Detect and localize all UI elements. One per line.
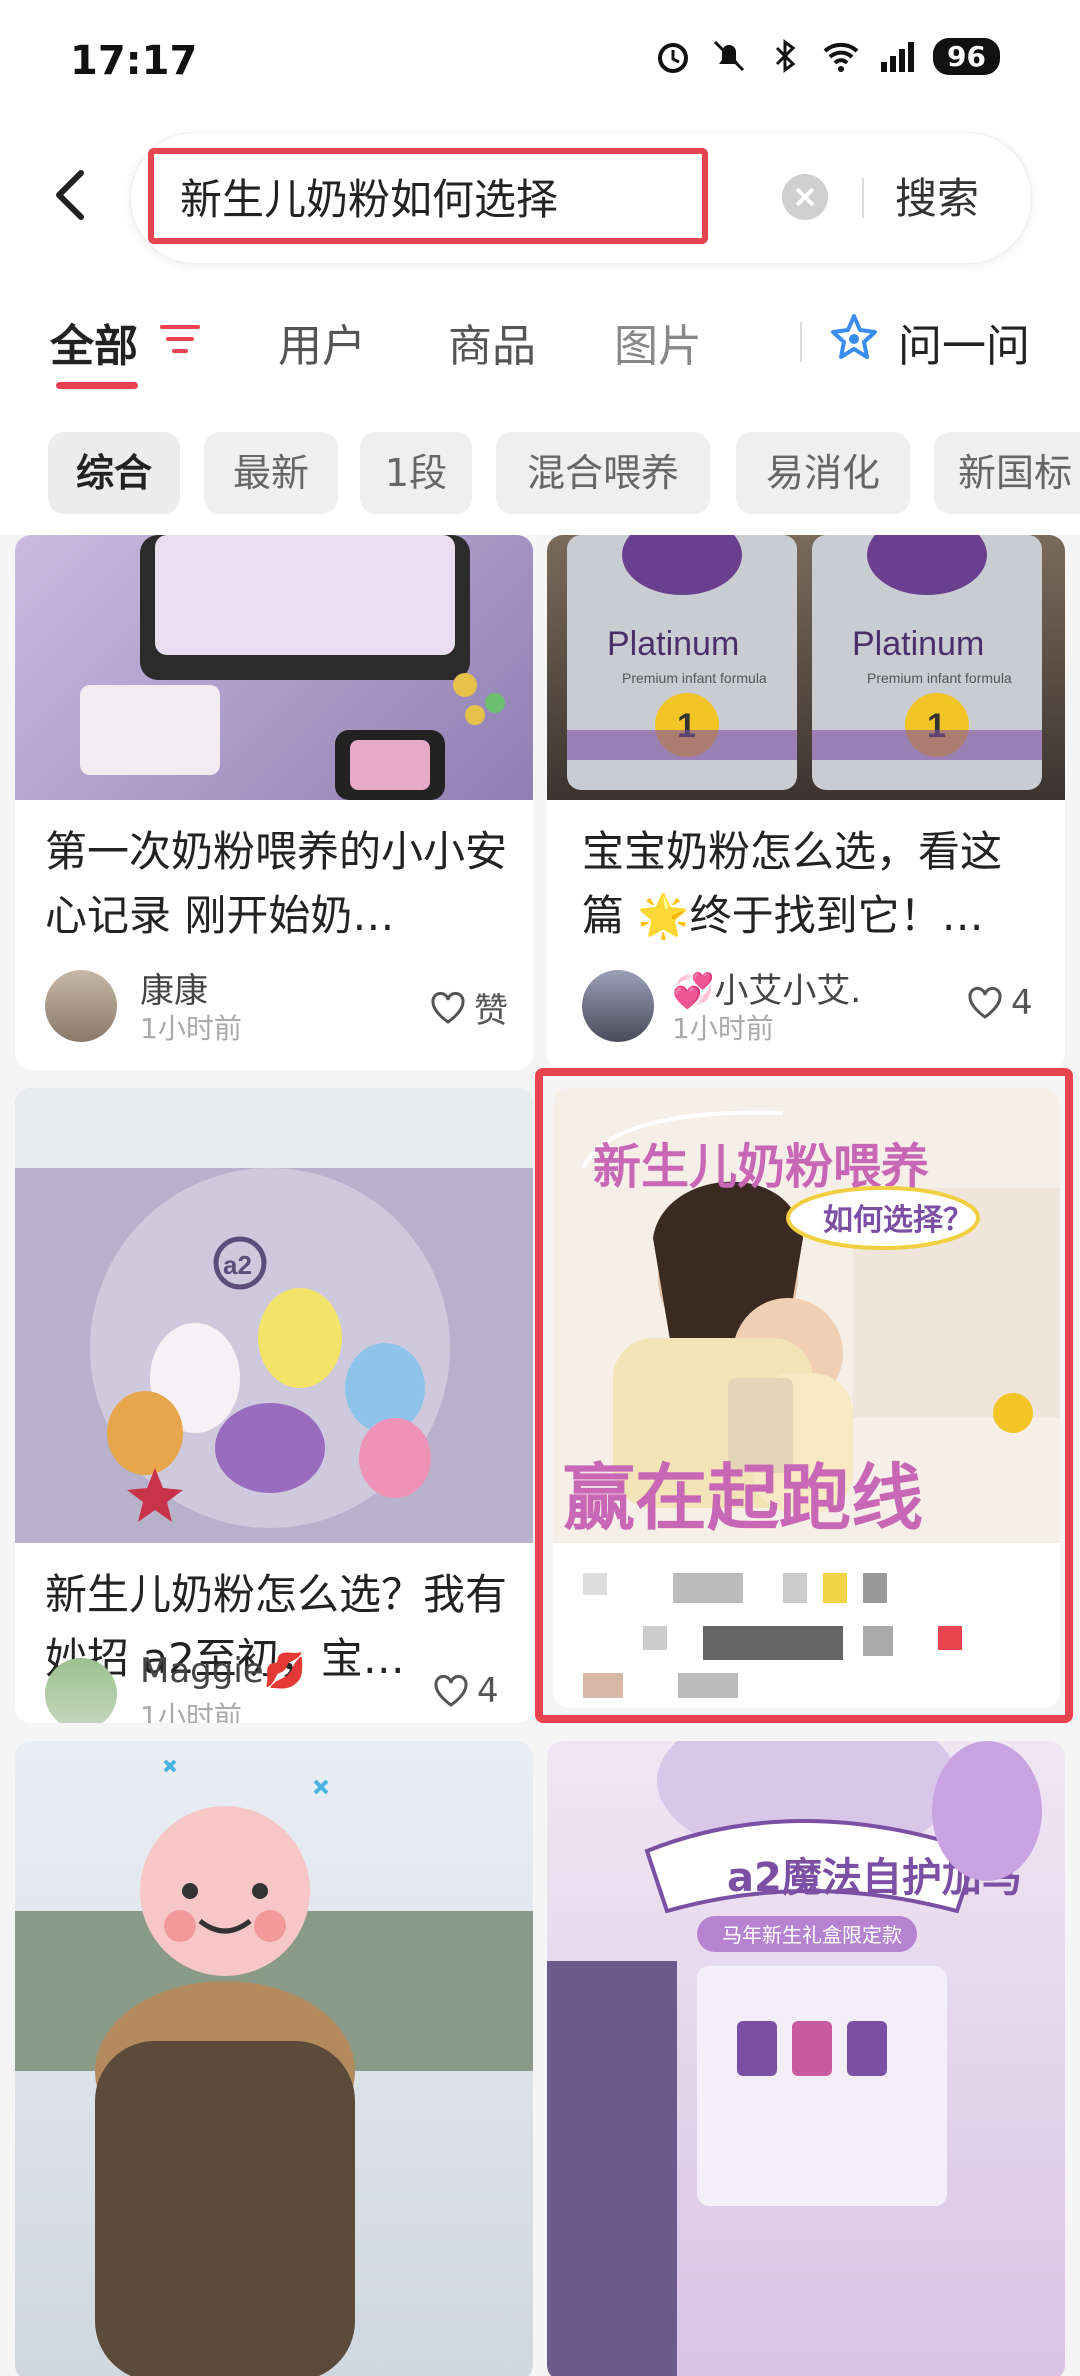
search-button[interactable]: 搜索 xyxy=(895,165,979,226)
bluetooth-icon xyxy=(775,39,796,73)
results-feed: 第一次奶粉喂养的小小安心记录 刚开始奶… 康康 1小时前 赞 Platinum … xyxy=(0,535,1080,2376)
chip-stage1[interactable]: 1段 xyxy=(360,432,472,514)
post-image xyxy=(15,535,533,800)
avatar[interactable] xyxy=(582,970,654,1042)
post-image-art xyxy=(15,1759,533,2376)
post-time: 1小时前 xyxy=(140,1012,242,1045)
heart-icon xyxy=(434,1674,468,1707)
search-input[interactable]: 新生儿奶粉如何选择 xyxy=(180,166,558,227)
alarm-icon xyxy=(658,43,689,73)
mute-icon xyxy=(713,40,745,72)
like-count: 赞 xyxy=(474,991,508,1031)
active-tab-indicator xyxy=(56,382,138,389)
heart-icon xyxy=(431,991,465,1024)
ad-highlight-frame xyxy=(535,1068,1073,1723)
search-divider xyxy=(862,178,864,218)
post-card[interactable]: a2 新生儿奶粉怎么选？我有妙招 a2至初，宝… Maggie💋 1小时前 4 xyxy=(15,1088,533,1723)
ask-star-icon[interactable] xyxy=(828,312,880,364)
author-name[interactable]: Maggie💋 xyxy=(140,1651,306,1691)
wifi-icon xyxy=(823,42,859,72)
chip-new-standard[interactable]: 新国标 xyxy=(934,432,1080,514)
author-name[interactable]: 康康 xyxy=(140,963,208,1012)
post-image: a2魔法自护加马 马年新生礼盒限定款 xyxy=(547,1741,1065,2376)
filter-icon[interactable] xyxy=(160,323,200,355)
chip-mixed-feeding[interactable]: 混合喂养 xyxy=(496,432,710,514)
like-count: 4 xyxy=(477,1671,499,1711)
tab-divider xyxy=(800,322,802,362)
like-button[interactable]: 4 xyxy=(433,1671,499,1711)
author-name[interactable]: 💞小艾小艾. xyxy=(672,963,861,1012)
heart-icon xyxy=(968,986,1002,1019)
post-card[interactable]: a2魔法自护加马 马年新生礼盒限定款 xyxy=(547,1741,1065,2376)
status-time: 17:17 xyxy=(70,38,198,84)
post-time: 1小时前 xyxy=(672,1012,774,1045)
chip-easy-digest[interactable]: 易消化 xyxy=(736,432,910,514)
banner-subtitle: 马年新生礼盒限定款 xyxy=(722,1923,902,1947)
post-title[interactable]: 第一次奶粉喂养的小小安心记录 刚开始奶… xyxy=(45,820,515,948)
avatar[interactable] xyxy=(45,1658,117,1723)
post-image-art xyxy=(80,535,505,800)
can-subtitle-left: Premium infant formula xyxy=(622,670,767,686)
post-image-art: a2魔法自护加马 马年新生礼盒限定款 xyxy=(547,1741,1042,2376)
tab-users[interactable]: 用户 xyxy=(278,310,366,374)
tab-images[interactable]: 图片 xyxy=(614,310,702,374)
tab-goods[interactable]: 商品 xyxy=(448,310,536,374)
post-card[interactable] xyxy=(15,1741,533,2376)
post-image: a2 xyxy=(15,1088,533,1543)
can-title-left: Platinum xyxy=(607,625,739,663)
status-icons: 96 xyxy=(653,36,1000,76)
can-title-right: Platinum xyxy=(852,625,984,663)
chip-general[interactable]: 综合 xyxy=(48,432,180,514)
avatar[interactable] xyxy=(45,970,117,1042)
post-image: Platinum Platinum Premium infant formula… xyxy=(547,535,1065,800)
signal-icon xyxy=(881,42,915,72)
post-card[interactable]: Platinum Platinum Premium infant formula… xyxy=(547,535,1065,1070)
tab-all[interactable]: 全部 xyxy=(50,310,138,374)
product-can-image: Platinum Platinum Premium infant formula… xyxy=(567,535,1042,790)
clear-icon[interactable] xyxy=(782,174,828,220)
can-subtitle-right: Premium infant formula xyxy=(867,670,1012,686)
post-title[interactable]: 宝宝奶粉怎么选，看这篇 🌟终于找到它！… xyxy=(582,820,1042,948)
battery-indicator: 96 xyxy=(933,37,1000,75)
post-card[interactable]: 第一次奶粉喂养的小小安心记录 刚开始奶… 康康 1小时前 赞 xyxy=(15,535,533,1070)
like-button[interactable]: 4 xyxy=(967,983,1033,1023)
pony-case-image: a2 xyxy=(15,1088,533,1543)
ask-button[interactable]: 问一问 xyxy=(898,310,1030,374)
like-button[interactable]: 赞 xyxy=(430,983,508,1032)
post-image xyxy=(15,1741,533,2376)
brand-logo: a2 xyxy=(223,1250,252,1280)
back-icon[interactable] xyxy=(45,165,95,225)
like-count: 4 xyxy=(1011,983,1033,1023)
chip-latest[interactable]: 最新 xyxy=(204,432,338,514)
post-time: 1小时前 xyxy=(140,1700,242,1723)
